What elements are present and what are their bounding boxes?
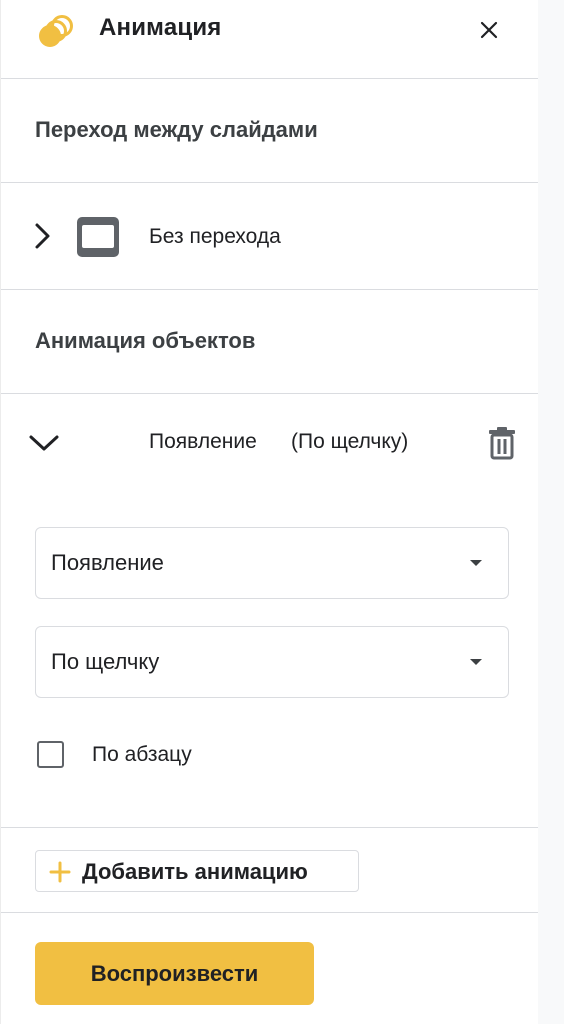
trigger-select[interactable]: По щелчку: [35, 626, 509, 698]
trigger-select-value: По щелчку: [51, 649, 160, 674]
slide-transition-header: Переход между слайдами: [1, 79, 539, 183]
slide-transition-heading: Переход между слайдами: [35, 117, 318, 142]
by-paragraph-option[interactable]: По абзацу: [35, 738, 335, 778]
chevron-right-icon[interactable]: [29, 221, 55, 251]
animation-item-name: Появление: [149, 430, 257, 453]
close-icon: [480, 21, 498, 39]
divider: [1, 827, 539, 828]
dropdown-arrow-icon: [470, 659, 482, 665]
slide-icon: [77, 217, 119, 257]
close-button[interactable]: [475, 16, 503, 44]
animation-item[interactable]: Появление (По щелчку): [1, 394, 539, 504]
animation-rings-icon: [39, 15, 73, 47]
object-animation-heading: Анимация объектов: [35, 328, 256, 353]
plus-icon: [49, 861, 71, 883]
add-animation-label: Добавить анимацию: [82, 859, 308, 884]
animation-panel: Анимация Переход между слайдами Без пере…: [0, 0, 539, 1024]
by-paragraph-checkbox[interactable]: [37, 741, 64, 768]
slide-transition-row[interactable]: Без перехода: [1, 183, 539, 290]
divider: [1, 912, 539, 913]
object-animation-header: Анимация объектов: [1, 290, 539, 394]
trash-icon[interactable]: [487, 426, 517, 460]
by-paragraph-label[interactable]: По абзацу: [92, 743, 192, 767]
panel-title: Анимация: [99, 14, 222, 41]
add-animation-button[interactable]: Добавить анимацию: [35, 850, 359, 892]
background-strip: [538, 0, 564, 1024]
dropdown-arrow-icon: [470, 560, 482, 566]
effect-select-value: Появление: [51, 550, 164, 575]
chevron-down-icon[interactable]: [28, 432, 60, 454]
slide-transition-value: Без перехода: [149, 225, 281, 248]
play-button-label: Воспроизвести: [90, 960, 259, 986]
play-button[interactable]: Воспроизвести: [35, 942, 314, 1005]
animation-item-trigger: (По щелчку): [291, 430, 409, 453]
effect-select[interactable]: Появление: [35, 527, 509, 599]
panel-header: Анимация: [1, 0, 539, 79]
